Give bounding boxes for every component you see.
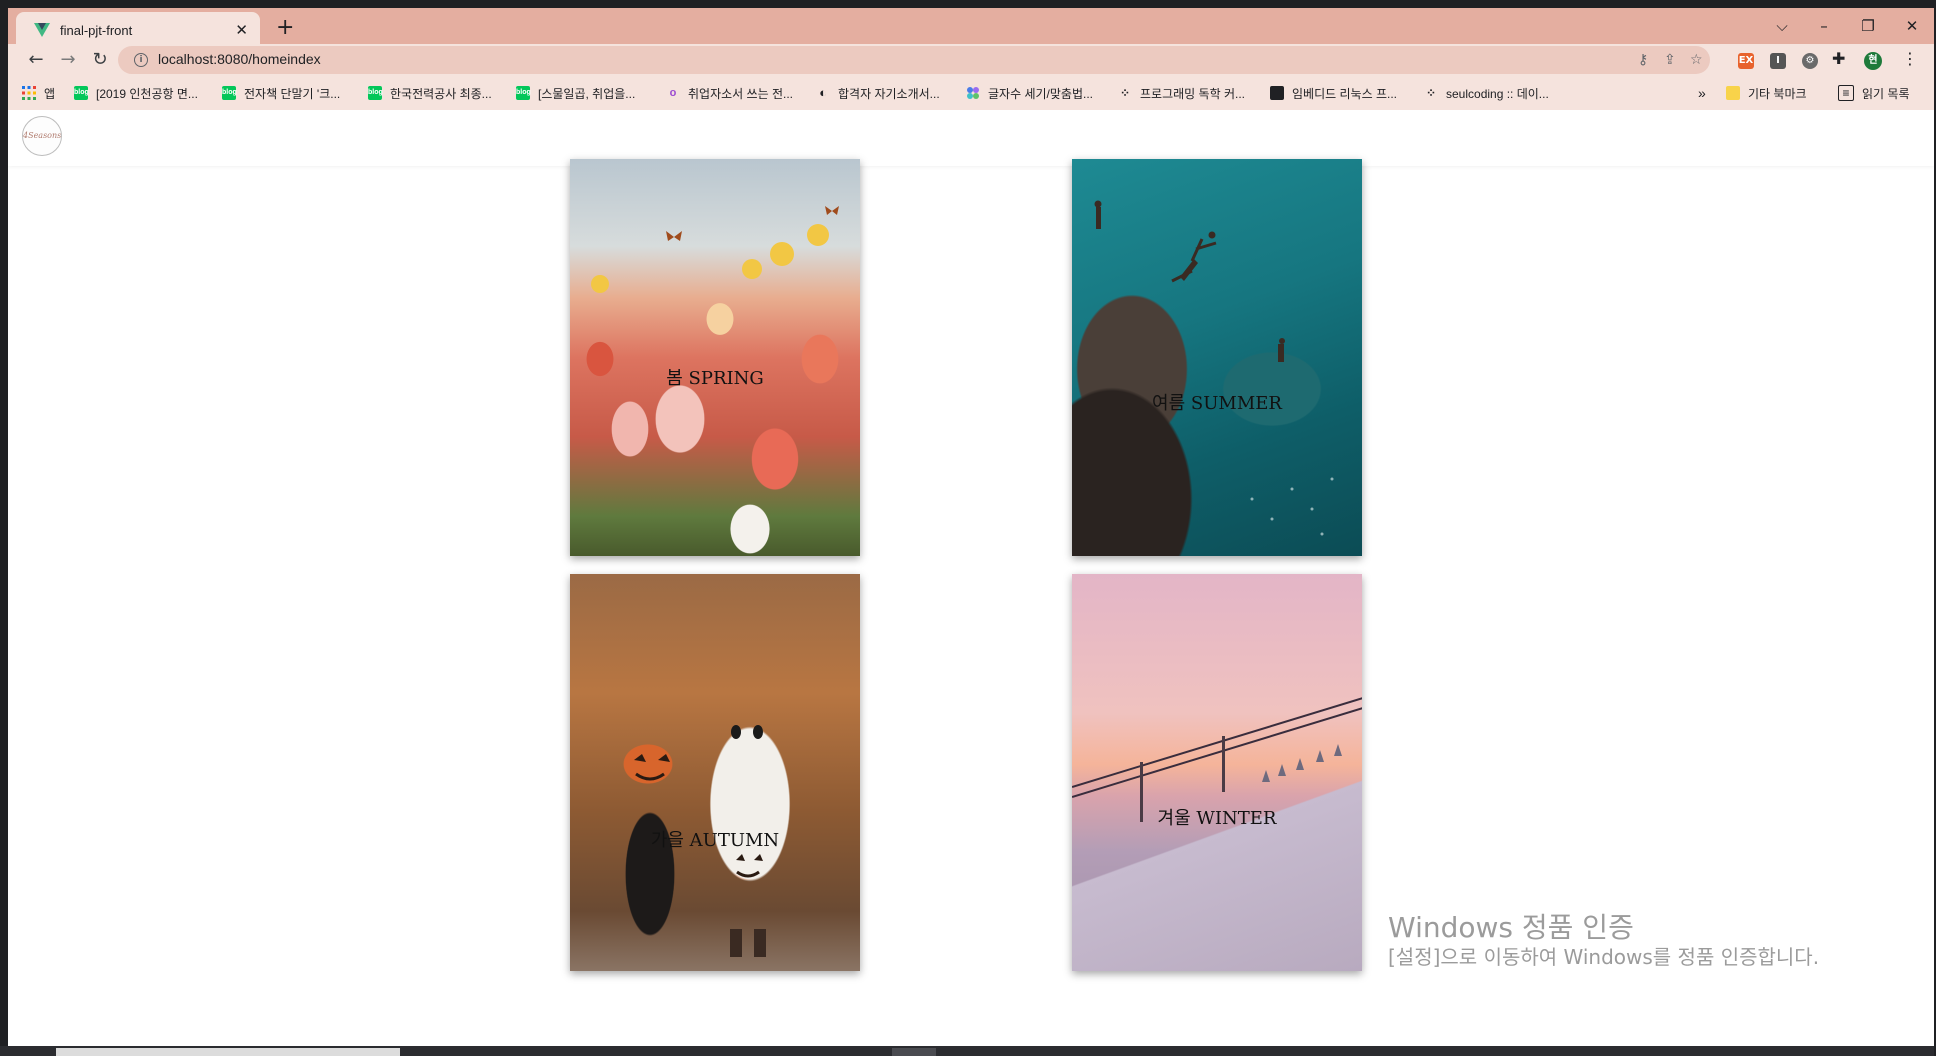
bookmark-label: 임베디드 리눅스 프... <box>1292 86 1397 101</box>
bookmark-item[interactable]: ⁘ 프로그래밍 독학 커... <box>1118 83 1245 103</box>
season-card-autumn[interactable]: 가을 AUTUMN <box>570 574 860 971</box>
profile-avatar[interactable]: 현 <box>1864 52 1882 70</box>
window-border-left <box>0 0 8 1056</box>
minimize-button[interactable]: – <box>1804 14 1844 38</box>
tab-close-icon[interactable]: ✕ <box>235 21 248 39</box>
bookmark-item[interactable]: 임베디드 리눅스 프... <box>1270 83 1397 103</box>
box-icon <box>1270 86 1284 100</box>
tab-title: final-pjt-front <box>60 22 133 38</box>
address-bar[interactable]: i localhost:8080/homeindex ⚷ ⇪ ☆ <box>118 46 1710 74</box>
taskbar-search[interactable] <box>56 1048 400 1056</box>
tree-icon <box>1316 750 1324 762</box>
ski-lift-cable <box>1072 695 1362 788</box>
page-viewport: 4Seasons 봄 SPRING 여름 SUMMER 가을 AUTUMN 겨울… <box>8 110 1934 1046</box>
tab-bar: final-pjt-front ✕ + ⌵ – ❐ ✕ <box>8 8 1934 48</box>
tab-search-icon[interactable]: ⌵ <box>1762 14 1802 38</box>
bookmark-label: 프로그래밍 독학 커... <box>1140 86 1245 101</box>
bookmark-item[interactable]: o 취업자소서 쓰는 전... <box>666 83 793 103</box>
new-tab-button[interactable]: + <box>276 14 294 42</box>
windows-activation-subtitle: [설정]으로 이동하여 Windows를 정품 인증합니다. <box>1388 945 1820 969</box>
tree-icon <box>1278 764 1286 776</box>
other-bookmarks-folder[interactable]: 기타 북마크 <box>1726 83 1807 103</box>
bookmark-item[interactable]: ◐ 합격자 자기소개서... <box>816 83 940 103</box>
bookmark-label: 합격자 자기소개서... <box>838 86 940 101</box>
lift-tower <box>1222 736 1225 792</box>
bookmark-label: seulcoding :: 데이... <box>1446 86 1549 101</box>
blog-icon: blog <box>74 86 89 100</box>
site-info-icon[interactable]: i <box>134 53 148 67</box>
bookmark-label: 전자책 단말기 '크... <box>244 86 341 101</box>
blog-icon: blog <box>516 86 531 100</box>
menu-kebab-icon[interactable]: ⋮ <box>1902 49 1918 69</box>
bookmarks-bar: 앱 blog [2019 인천공항 면... blog 전자책 단말기 '크..… <box>8 76 1934 111</box>
cliff-divers-illustration <box>1094 200 1334 536</box>
season-card-label: 겨울 WINTER <box>1157 808 1277 829</box>
browser-toolbar: ← → ↻ i localhost:8080/homeindex ⚷ ⇪ ☆ E… <box>8 44 1934 76</box>
bookmark-label: 글자수 세기/맞춤법... <box>988 86 1093 101</box>
vue-logo-icon <box>34 22 50 38</box>
windows-activation-title: Windows 정품 인증 <box>1388 911 1634 944</box>
globe-icon: ◐ <box>819 85 827 100</box>
bookmark-label: [스물일곱, 취업을... <box>538 86 636 101</box>
extensions-puzzle-icon[interactable]: ✚ <box>1832 49 1845 69</box>
reading-list-button[interactable]: ≡ 읽기 목록 <box>1838 83 1910 103</box>
ext-gear-icon[interactable]: ⚙ <box>1802 53 1818 69</box>
season-card-label: 봄 SPRING <box>666 368 764 389</box>
season-card-summer[interactable]: 여름 SUMMER <box>1072 159 1362 556</box>
tab-final-pjt-front[interactable]: final-pjt-front ✕ <box>16 12 260 48</box>
bookmark-label: 취업자소서 쓰는 전... <box>688 86 793 101</box>
tistory-icon: ⁘ <box>1119 86 1131 100</box>
bookmark-item[interactable]: blog 전자책 단말기 '크... <box>222 83 340 103</box>
page-header: 4Seasons <box>8 110 1934 166</box>
reading-list-icon: ≡ <box>1838 85 1854 101</box>
blog-icon: blog <box>222 86 237 100</box>
back-arrow-icon[interactable]: ← <box>22 48 50 72</box>
bookmark-label: 읽기 목록 <box>1862 86 1910 101</box>
season-card-winter[interactable]: 겨울 WINTER <box>1072 574 1362 971</box>
forward-arrow-icon[interactable]: → <box>54 48 82 72</box>
bookmark-label: 한국전력공사 최종... <box>390 86 492 101</box>
apps-grid-icon <box>22 86 36 100</box>
browser-window: final-pjt-front ✕ + ⌵ – ❐ ✕ ← → ↻ i loca… <box>0 0 1936 1056</box>
bookmark-apps[interactable]: 앱 <box>22 83 55 103</box>
tree-icon <box>1262 770 1270 782</box>
bookmark-label: 기타 북마크 <box>1748 86 1807 101</box>
circle-o-icon: o <box>669 87 677 99</box>
share-icon[interactable]: ⇪ <box>1664 50 1676 70</box>
key-icon[interactable]: ⚷ <box>1638 50 1648 70</box>
ext-ex-icon[interactable]: EX <box>1738 53 1754 69</box>
butterfly-icon <box>591 206 839 293</box>
url-text[interactable]: localhost:8080/homeindex <box>158 51 321 67</box>
bookmark-item[interactable]: 글자수 세기/맞춤법... <box>966 83 1093 103</box>
season-card-spring[interactable]: 봄 SPRING <box>570 159 860 556</box>
bookmark-star-icon[interactable]: ☆ <box>1690 50 1703 70</box>
tistory-icon: ⁘ <box>1425 86 1437 100</box>
ext-i-icon[interactable]: I <box>1770 53 1786 69</box>
bookmark-label: 앱 <box>44 86 56 101</box>
season-card-label: 여름 SUMMER <box>1152 393 1282 414</box>
folder-icon <box>1726 86 1740 100</box>
bookmarks-overflow-button[interactable]: » <box>1698 83 1706 103</box>
restore-button[interactable]: ❐ <box>1848 14 1888 38</box>
pumpkin-faces-illustration <box>634 725 766 957</box>
close-window-button[interactable]: ✕ <box>1892 14 1932 38</box>
tree-icon <box>1296 758 1304 770</box>
dots-icon <box>966 86 980 100</box>
bookmark-item[interactable]: blog 한국전력공사 최종... <box>368 83 492 103</box>
bookmark-item[interactable]: blog [스물일곱, 취업을... <box>516 83 635 103</box>
taskbar-app[interactable] <box>892 1048 936 1056</box>
tree-icon <box>1334 744 1342 756</box>
reload-icon[interactable]: ↻ <box>86 48 114 72</box>
bookmark-item[interactable]: blog [2019 인천공항 면... <box>74 83 198 103</box>
blog-icon: blog <box>368 86 383 100</box>
season-card-label: 가을 AUTUMN <box>650 830 780 851</box>
bookmark-item[interactable]: ⁘ seulcoding :: 데이... <box>1424 83 1549 103</box>
bookmark-label: [2019 인천공항 면... <box>96 86 198 101</box>
site-logo[interactable]: 4Seasons <box>22 116 62 156</box>
